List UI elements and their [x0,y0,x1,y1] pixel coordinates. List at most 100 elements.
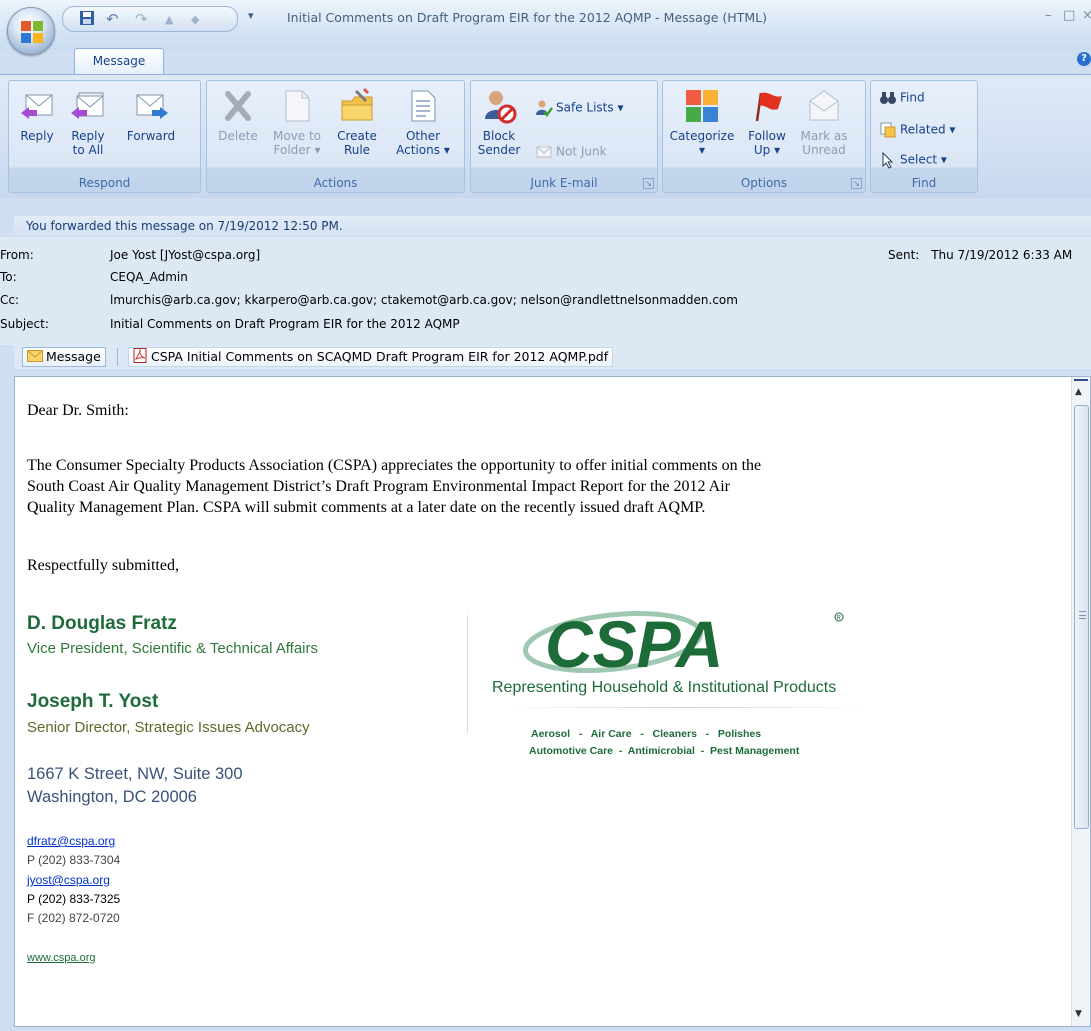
move-to-folder-button[interactable]: Move to Folder ▾ [267,87,327,157]
fax-number: F (202) 872-0720 [27,911,120,925]
follow-up-button[interactable]: Follow Up ▾ [741,87,793,157]
to-label: To: [0,270,17,284]
scrollbar-thumb[interactable] [1074,405,1089,829]
scrollbar-grip-icon [1079,611,1086,619]
find-button[interactable]: Find [879,89,925,107]
save-icon[interactable] [79,10,95,30]
ribbon: Reply Reply to All Forward Respond Delet… [0,74,1091,198]
related-button[interactable]: Related ▾ [879,121,955,139]
scroll-down-arrow-icon[interactable]: ▼ [1075,1009,1082,1019]
mark-as-unread-button[interactable]: Mark as Unread [797,87,851,157]
window-title: Initial Comments on Draft Program EIR fo… [287,10,767,25]
select-button[interactable]: Select ▾ [879,151,947,169]
body-paragraph-line-1: The Consumer Specialty Products Associat… [27,457,762,474]
office-button[interactable] [7,7,55,55]
forward-icon [136,94,168,119]
message-body[interactable]: Dear Dr. Smith: The Consumer Specialty P… [14,376,1091,1027]
sent-label: Sent: [888,248,920,262]
signature-name-2: Joseph T. Yost [27,691,159,712]
phone-1: P (202) 833-7304 [27,853,121,867]
from-value[interactable]: Joe Yost [JYost@cspa.org] [110,248,260,262]
title-bar: ↶ ↷ ▲ ◆ ▾ Initial Comments on Draft Prog… [0,0,1091,50]
logo-categories-line-2: Automotive Care - Antimicrobial - Pest M… [529,745,800,757]
reply-all-button[interactable]: Reply to All [65,87,111,157]
pdf-attachment[interactable]: CSPA Initial Comments on SCAQMD Draft Pr… [128,347,614,367]
phone-2: P (202) 833-7325 [27,892,121,906]
svg-text:R: R [837,616,842,622]
cspa-logo: CSPA R [523,609,844,679]
address-line-1: 1667 K Street, NW, Suite 300 [27,765,243,783]
delete-button[interactable]: Delete [215,87,261,143]
maximize-icon[interactable]: □ [1063,8,1075,23]
subject-label: Subject: [0,317,49,331]
logo-categories-line-1: Aerosol - Air Care - Cleaners - Polishes [531,728,762,740]
options-dialog-launcher[interactable]: ↘ [851,178,862,189]
not-junk-icon [536,146,552,158]
close-icon[interactable]: × [1082,8,1091,23]
closing: Respectfully submitted, [27,557,179,574]
logo-tagline: Representing Household & Institutional P… [492,679,837,696]
salutation: Dear Dr. Smith: [27,402,129,419]
reply-button[interactable]: Reply [17,87,57,143]
info-bar[interactable]: You forwarded this message on 7/19/2012 … [14,216,1091,236]
find-group: Find Related ▾ Select ▾ Find [870,80,978,193]
cc-value[interactable]: lmurchis@arb.ca.gov; kkarpero@arb.ca.gov… [110,293,738,307]
to-row: To: CEQA_Admin [0,270,188,284]
reply-all-icon [71,92,104,119]
respond-group-label: Respond [78,176,131,190]
customize-qat-icon[interactable]: ▾ [248,9,254,22]
binoculars-icon [880,92,896,104]
svg-text:CSPA: CSPA [545,609,723,679]
cc-label: Cc: [0,293,20,307]
minimize-icon[interactable]: – [1045,8,1052,23]
email-link-1[interactable]: dfratz@cspa.org [27,834,115,848]
reply-icon [21,94,53,119]
create-rule-button[interactable]: Create Rule [331,87,383,157]
body-paragraph-line-2: South Coast Air Quality Management Distr… [27,478,730,495]
attachment-bar: Message CSPA Initial Comments on SCAQMD … [14,345,1091,369]
other-actions-button[interactable]: Other Actions ▾ [391,87,455,157]
follow-up-flag-icon [755,92,782,122]
select-cursor-icon [882,151,894,169]
junk-email-group: Block Sender Safe Lists ▾ Not Junk Junk … [470,80,658,193]
envelope-icon [27,350,43,362]
not-junk-button[interactable]: Not Junk [535,143,607,161]
to-value[interactable]: CEQA_Admin [110,270,188,284]
website-link[interactable]: www.cspa.org [27,952,95,964]
create-rule-icon [341,87,373,121]
cc-row: Cc: lmurchis@arb.ca.gov; kkarpero@arb.ca… [0,293,738,307]
email-link-2[interactable]: jyost@cspa.org [27,873,110,887]
body-paragraph-line-3: Quality Management Plan. CSPA will submi… [27,499,706,516]
junk-email-dialog-launcher[interactable]: ↘ [643,178,654,189]
forward-button[interactable]: Forward [121,87,181,143]
safe-lists-button[interactable]: Safe Lists ▾ [535,99,623,117]
related-icon [880,122,896,138]
subject-value: Initial Comments on Draft Program EIR fo… [110,317,460,331]
block-sender-button[interactable]: Block Sender [477,87,521,157]
respond-group: Reply Reply to All Forward Respond [8,80,201,193]
categorize-button[interactable]: Categorize ▾ [667,87,737,157]
mark-as-unread-icon [809,90,839,121]
message-tab-button[interactable]: Message [22,347,106,367]
quick-access-toolbar: ↶ ↷ ▲ ◆ [62,6,238,32]
redo-icon[interactable]: ↷ [135,10,148,28]
scroll-up-arrow-icon[interactable]: ▲ [1075,387,1082,397]
safe-lists-icon [536,100,553,117]
move-to-folder-icon [285,90,310,122]
find-group-label: Find [911,176,937,190]
tab-message[interactable]: Message [74,48,164,75]
actions-group: Delete Move to Folder ▾ Create Rule Othe… [206,80,465,193]
signature-name-1: D. Douglas Fratz [27,613,177,634]
previous-item-icon[interactable]: ▲ [165,13,173,26]
undo-icon[interactable]: ↶ [106,10,119,28]
scrollbar-top-mark [1074,379,1088,381]
help-icon[interactable]: ? [1077,52,1091,66]
block-sender-icon [485,91,517,124]
signature-title-1: Vice President, Scientific & Technical A… [27,640,318,657]
other-actions-icon [411,90,436,122]
options-group: Categorize ▾ Follow Up ▾ Mark as Unread … [662,80,866,193]
next-item-icon[interactable]: ◆ [191,13,199,26]
pdf-icon [133,348,147,363]
sent-row: Sent: Thu 7/19/2012 6:33 AM [888,248,1072,262]
vertical-scrollbar[interactable]: ▲ ▼ [1071,377,1090,1026]
